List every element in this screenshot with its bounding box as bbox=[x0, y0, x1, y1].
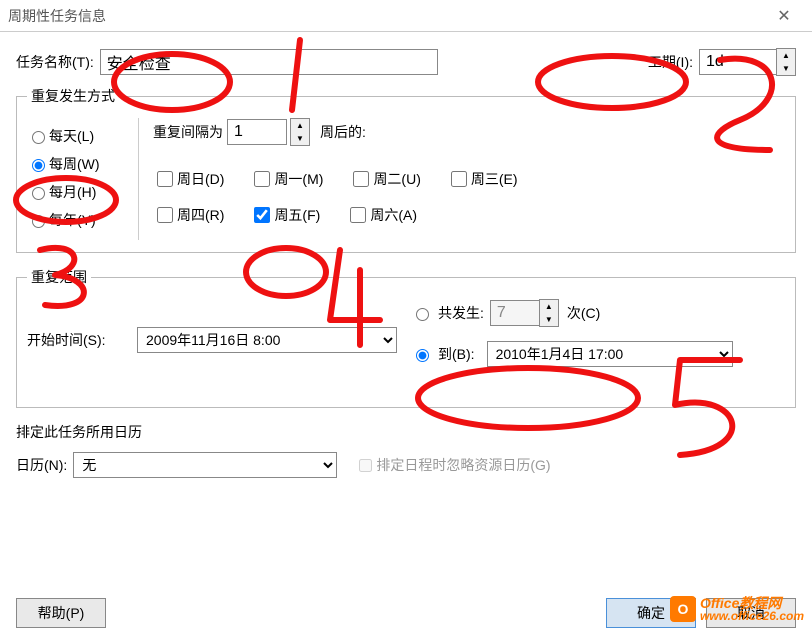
help-button[interactable]: 帮助(P) bbox=[16, 598, 106, 628]
ignore-calendar-checkbox bbox=[359, 459, 372, 472]
pattern-weekly-radio[interactable] bbox=[32, 159, 45, 172]
interval-spin-down[interactable]: ▼ bbox=[291, 132, 309, 145]
day-fri-label: 周五(F) bbox=[274, 205, 320, 225]
day-sat[interactable]: 周六(A) bbox=[346, 204, 417, 226]
pattern-yearly[interactable]: 每年(Y) bbox=[27, 210, 132, 230]
calendar-label: 日历(N): bbox=[16, 455, 67, 475]
day-wed-checkbox[interactable] bbox=[451, 171, 467, 187]
occurrences-spin-up[interactable]: ▲ bbox=[540, 300, 558, 313]
recurrence-fieldset: 重复发生方式 每天(L) 每周(W) 每月(H) 每年(Y) bbox=[16, 86, 796, 253]
close-icon[interactable]: ✕ bbox=[764, 6, 804, 26]
task-name-input[interactable] bbox=[100, 49, 438, 75]
day-wed-label: 周三(E) bbox=[471, 169, 518, 189]
start-label: 开始时间(S): bbox=[27, 330, 137, 350]
calendar-combo[interactable]: 无 bbox=[73, 452, 337, 478]
day-tue[interactable]: 周二(U) bbox=[349, 168, 420, 190]
day-fri-checkbox[interactable] bbox=[254, 207, 270, 223]
day-fri[interactable]: 周五(F) bbox=[250, 204, 320, 226]
occurrences-spin-down[interactable]: ▼ bbox=[540, 313, 558, 326]
day-sun-label: 周日(D) bbox=[177, 169, 224, 189]
interval-suffix: 周后的: bbox=[320, 122, 366, 142]
pattern-daily-label: 每天(L) bbox=[49, 126, 94, 146]
day-thu[interactable]: 周四(R) bbox=[153, 204, 224, 226]
interval-spin-up[interactable]: ▲ bbox=[291, 119, 309, 132]
task-name-label: 任务名称(T): bbox=[16, 52, 94, 72]
day-mon-checkbox[interactable] bbox=[254, 171, 270, 187]
day-wed[interactable]: 周三(E) bbox=[447, 168, 518, 190]
occurrences-suffix: 次(C) bbox=[567, 303, 600, 323]
end-after-radio[interactable] bbox=[416, 308, 429, 321]
duration-label: 工期(I): bbox=[648, 52, 693, 72]
day-sat-checkbox[interactable] bbox=[350, 207, 366, 223]
recurrence-legend: 重复发生方式 bbox=[27, 86, 119, 106]
day-tue-checkbox[interactable] bbox=[353, 171, 369, 187]
range-legend: 重复范围 bbox=[27, 267, 91, 287]
endby-combo[interactable]: 2010年1月4日 17:00 bbox=[487, 341, 733, 367]
range-fieldset: 重复范围 开始时间(S): 2009年11月16日 8:00 共发生: ▲ ▼ … bbox=[16, 267, 796, 408]
day-sun[interactable]: 周日(D) bbox=[153, 168, 224, 190]
occurrences-label: 共发生: bbox=[438, 303, 484, 323]
pattern-yearly-label: 每年(Y) bbox=[49, 210, 96, 230]
day-sat-label: 周六(A) bbox=[370, 205, 417, 225]
duration-spin-up[interactable]: ▲ bbox=[777, 49, 795, 62]
day-thu-checkbox[interactable] bbox=[157, 207, 173, 223]
day-mon-label: 周一(M) bbox=[274, 169, 323, 189]
interval-spinner[interactable]: ▲ ▼ bbox=[290, 118, 310, 146]
end-by-radio[interactable] bbox=[416, 349, 429, 362]
interval-prefix: 重复间隔为 bbox=[153, 122, 223, 142]
ignore-calendar: 排定日程时忽略资源日历(G) bbox=[355, 455, 550, 475]
duration-spin-down[interactable]: ▼ bbox=[777, 62, 795, 75]
day-mon[interactable]: 周一(M) bbox=[250, 168, 323, 190]
pattern-weekly-label: 每周(W) bbox=[49, 154, 100, 174]
day-sun-checkbox[interactable] bbox=[157, 171, 173, 187]
pattern-monthly[interactable]: 每月(H) bbox=[27, 182, 132, 202]
ok-button[interactable]: 确定 bbox=[606, 598, 696, 628]
window-title: 周期性任务信息 bbox=[8, 6, 764, 26]
occurrences-input[interactable] bbox=[490, 300, 540, 326]
occurrences-spinner[interactable]: ▲ ▼ bbox=[539, 299, 559, 327]
pattern-weekly[interactable]: 每周(W) bbox=[27, 154, 132, 174]
pattern-daily[interactable]: 每天(L) bbox=[27, 126, 132, 146]
duration-input[interactable] bbox=[699, 49, 777, 75]
pattern-daily-radio[interactable] bbox=[32, 131, 45, 144]
start-combo[interactable]: 2009年11月16日 8:00 bbox=[137, 327, 397, 353]
pattern-monthly-label: 每月(H) bbox=[49, 182, 96, 202]
day-tue-label: 周二(U) bbox=[373, 169, 420, 189]
pattern-monthly-radio[interactable] bbox=[32, 187, 45, 200]
endby-label: 到(B): bbox=[438, 344, 475, 364]
calendar-section-label: 排定此任务所用日历 bbox=[16, 422, 796, 442]
day-thu-label: 周四(R) bbox=[177, 205, 224, 225]
ignore-calendar-label: 排定日程时忽略资源日历(G) bbox=[376, 455, 550, 475]
duration-spinner[interactable]: ▲ ▼ bbox=[776, 48, 796, 76]
pattern-yearly-radio[interactable] bbox=[32, 215, 45, 228]
cancel-button[interactable]: 取消 bbox=[706, 598, 796, 628]
interval-input[interactable] bbox=[227, 119, 287, 145]
